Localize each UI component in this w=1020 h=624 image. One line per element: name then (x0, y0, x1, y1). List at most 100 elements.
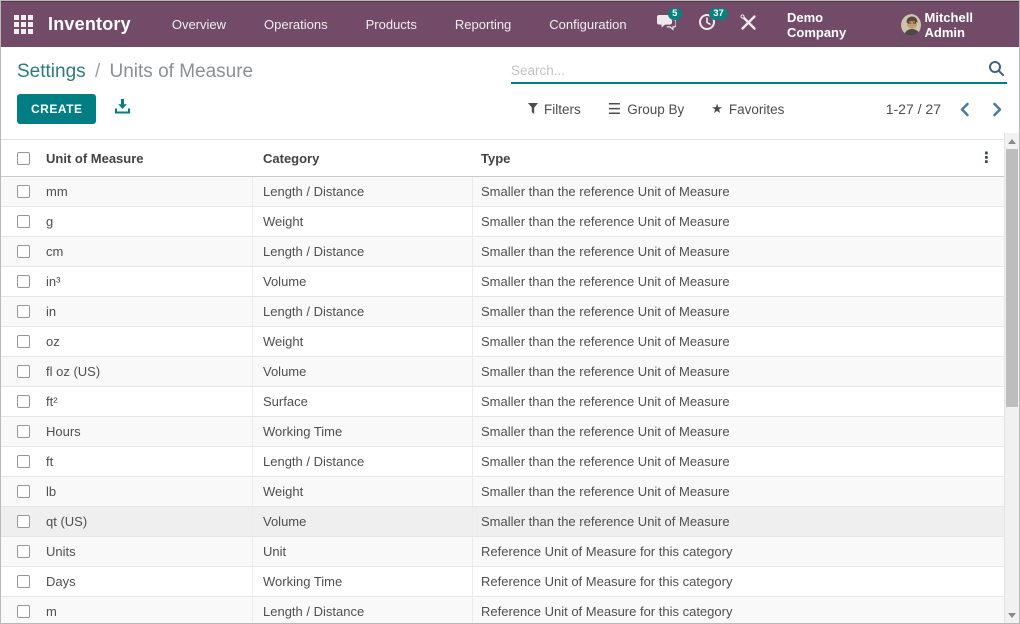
table-row[interactable]: lb Weight Smaller than the reference Uni… (1, 477, 1004, 507)
uom-category-cell: Volume (253, 507, 473, 536)
table-body: mm Length / Distance Smaller than the re… (1, 177, 1004, 623)
inventory-uom-page: Inventory Overview Operations Products R… (0, 0, 1020, 624)
tools-button[interactable] (737, 10, 760, 40)
table-row[interactable]: ft² Surface Smaller than the reference U… (1, 387, 1004, 417)
table-row[interactable]: Hours Working Time Smaller than the refe… (1, 417, 1004, 447)
uom-category-cell: Surface (253, 387, 473, 416)
uom-type-cell: Smaller than the reference Unit of Measu… (473, 447, 1004, 476)
uom-name-cell: Days (38, 567, 253, 596)
row-checkbox[interactable] (17, 395, 30, 408)
uom-category-cell: Length / Distance (253, 297, 473, 326)
column-header-unit-of-measure[interactable]: Unit of Measure (38, 140, 253, 176)
uom-type-cell: Reference Unit of Measure for this categ… (473, 567, 1004, 596)
uom-category-cell: Volume (253, 357, 473, 386)
user-menu[interactable]: Mitchell Admin (901, 10, 1006, 40)
pager: 1-27 / 27 (886, 94, 1007, 124)
row-checkbox[interactable] (17, 575, 30, 588)
group-by-button[interactable]: ☰ Group By (608, 100, 684, 118)
uom-category-cell: Unit (253, 537, 473, 566)
search-icon[interactable] (988, 60, 1005, 82)
uom-list-view: Unit of Measure Category Type ⋮ mm Lengt… (1, 139, 1004, 623)
menu-overview[interactable]: Overview (153, 2, 245, 48)
row-checkbox[interactable] (17, 515, 30, 528)
row-checkbox[interactable] (17, 215, 30, 228)
uom-type-cell: Smaller than the reference Unit of Measu… (473, 297, 1004, 326)
search-input[interactable] (511, 63, 988, 78)
table-row[interactable]: cm Length / Distance Smaller than the re… (1, 237, 1004, 267)
table-row[interactable]: in³ Volume Smaller than the reference Un… (1, 267, 1004, 297)
uom-name-cell: fl oz (US) (38, 357, 253, 386)
scrollbar-up-arrow[interactable] (1005, 134, 1019, 148)
scrollbar-thumb[interactable] (1006, 149, 1018, 407)
company-switcher[interactable]: Demo Company (787, 10, 875, 40)
uom-category-cell: Working Time (253, 567, 473, 596)
chevron-left-icon (959, 102, 970, 117)
main-menu: Overview Operations Products Reporting C… (153, 2, 646, 48)
row-checkbox[interactable] (17, 455, 30, 468)
uom-name-cell: Units (38, 537, 253, 566)
uom-name-cell: g (38, 207, 253, 236)
breadcrumb-settings-link[interactable]: Settings (17, 61, 86, 82)
user-avatar (901, 14, 920, 36)
menu-products[interactable]: Products (347, 2, 436, 48)
user-name: Mitchell Admin (925, 10, 1006, 40)
row-checkbox[interactable] (17, 335, 30, 348)
row-checkbox[interactable] (17, 245, 30, 258)
app-brand[interactable]: Inventory (48, 14, 131, 35)
table-row[interactable]: mm Length / Distance Smaller than the re… (1, 177, 1004, 207)
row-checkbox[interactable] (17, 545, 30, 558)
uom-name-cell: ft² (38, 387, 253, 416)
create-button[interactable]: CREATE (17, 94, 96, 124)
optional-columns-icon[interactable]: ⋮ (979, 151, 994, 166)
menu-operations[interactable]: Operations (245, 2, 347, 48)
pager-previous-button[interactable] (955, 102, 974, 117)
favorites-label: Favorites (729, 102, 785, 117)
uom-name-cell: m (38, 597, 253, 623)
uom-name-cell: qt (US) (38, 507, 253, 536)
menu-reporting[interactable]: Reporting (436, 2, 530, 48)
row-checkbox[interactable] (17, 605, 30, 618)
filters-button[interactable]: Filters (528, 102, 581, 117)
table-row[interactable]: m Length / Distance Reference Unit of Me… (1, 597, 1004, 623)
search-bar (511, 59, 1007, 84)
table-row[interactable]: Units Unit Reference Unit of Measure for… (1, 537, 1004, 567)
column-header-category[interactable]: Category (253, 140, 473, 176)
uom-type-cell: Smaller than the reference Unit of Measu… (473, 237, 1004, 266)
filters-label: Filters (544, 102, 581, 117)
menu-configuration[interactable]: Configuration (530, 2, 645, 48)
uom-type-cell: Smaller than the reference Unit of Measu… (473, 327, 1004, 356)
favorites-star-icon: ★ (711, 101, 723, 117)
uom-category-cell: Weight (253, 327, 473, 356)
export-download-icon[interactable] (115, 99, 130, 119)
scrollbar-down-arrow[interactable] (1005, 608, 1019, 622)
uom-category-cell: Length / Distance (253, 237, 473, 266)
uom-type-cell: Reference Unit of Measure for this categ… (473, 537, 1004, 566)
table-row[interactable]: in Length / Distance Smaller than the re… (1, 297, 1004, 327)
row-checkbox[interactable] (17, 485, 30, 498)
table-row[interactable]: ft Length / Distance Smaller than the re… (1, 447, 1004, 477)
row-checkbox[interactable] (17, 365, 30, 378)
pager-next-button[interactable] (988, 102, 1007, 117)
table-row[interactable]: Days Working Time Reference Unit of Meas… (1, 567, 1004, 597)
activities-button[interactable]: 37 (696, 10, 719, 40)
group-by-icon: ☰ (608, 100, 621, 118)
table-row[interactable]: qt (US) Volume Smaller than the referenc… (1, 507, 1004, 537)
uom-type-cell: Smaller than the reference Unit of Measu… (473, 507, 1004, 536)
column-header-type[interactable]: Type (473, 140, 1004, 176)
pager-value[interactable]: 1-27 / 27 (886, 101, 941, 117)
table-row[interactable]: g Weight Smaller than the reference Unit… (1, 207, 1004, 237)
table-row[interactable]: fl oz (US) Volume Smaller than the refer… (1, 357, 1004, 387)
favorites-button[interactable]: ★ Favorites (711, 101, 784, 117)
row-checkbox[interactable] (17, 305, 30, 318)
search-options: Filters ☰ Group By ★ Favorites (528, 94, 784, 124)
messages-button[interactable]: 5 (655, 10, 678, 40)
uom-name-cell: lb (38, 477, 253, 506)
select-all-checkbox[interactable] (17, 152, 30, 165)
row-checkbox[interactable] (17, 275, 30, 288)
table-row[interactable]: oz Weight Smaller than the reference Uni… (1, 327, 1004, 357)
apps-menu-icon[interactable] (14, 15, 33, 34)
row-checkbox[interactable] (17, 425, 30, 438)
uom-category-cell: Length / Distance (253, 177, 473, 206)
button-row: CREATE Filters ☰ Group By ★ Favorites (17, 94, 1007, 124)
row-checkbox[interactable] (17, 185, 30, 198)
